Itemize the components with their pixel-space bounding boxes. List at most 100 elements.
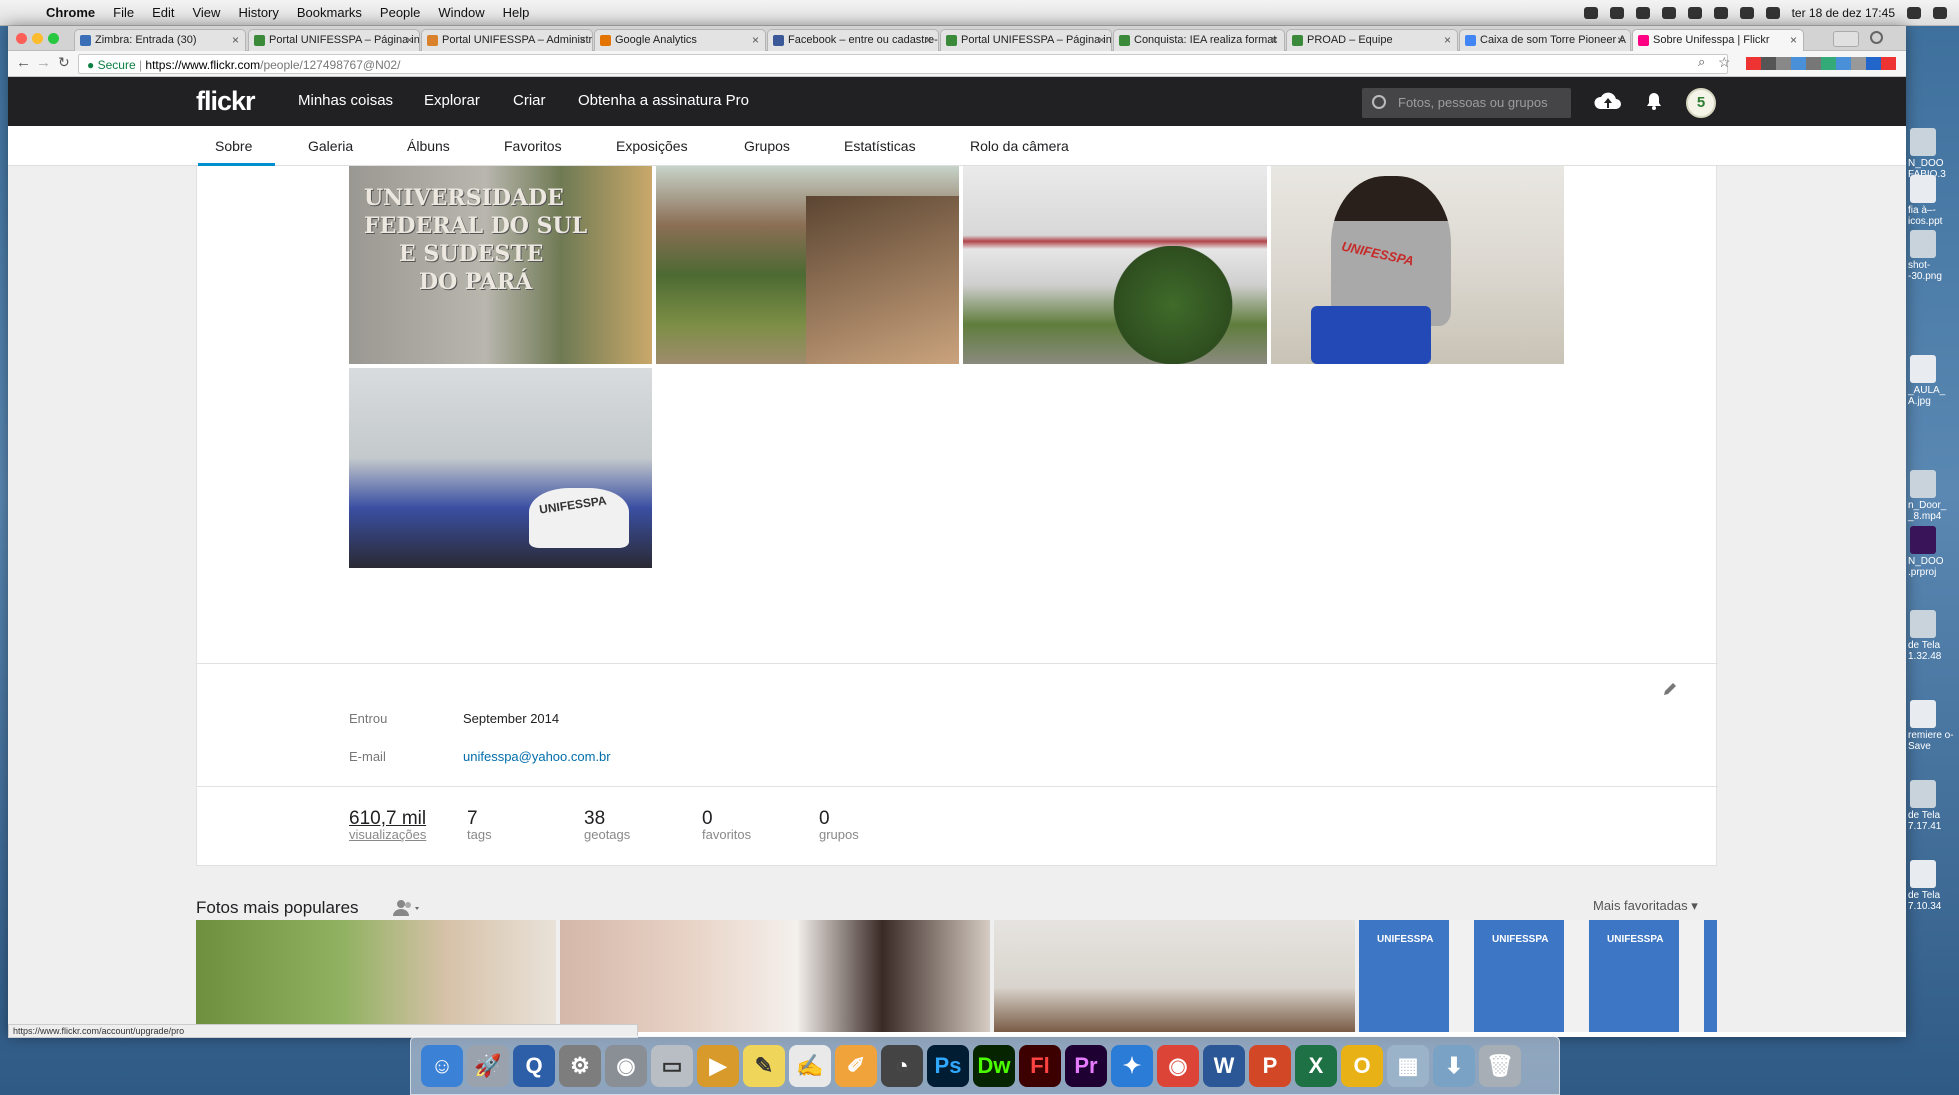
tab-close-icon[interactable]: × [1098, 33, 1105, 47]
forward-icon[interactable]: → [36, 54, 51, 71]
edit-pencil-icon[interactable] [1662, 681, 1678, 697]
popular-photo-3[interactable] [994, 920, 1355, 1032]
search-input[interactable]: Fotos, pessoas ou grupos [1362, 88, 1571, 118]
browser-tab[interactable]: Zimbra: Entrada (30) × [74, 29, 246, 51]
tab-estatisticas[interactable]: Estatísticas [844, 138, 916, 154]
new-tab-button[interactable] [1833, 31, 1859, 47]
tab-close-icon[interactable]: × [1790, 33, 1797, 47]
desktop-file-label[interactable]: fia à–- icos.ppt [1908, 205, 1958, 227]
extensions-icon[interactable] [1746, 57, 1896, 70]
dock-textedit-icon[interactable]: ✍ [789, 1045, 831, 1087]
tab-sobre[interactable]: Sobre [215, 138, 252, 154]
desktop-file-label[interactable]: de Tela 7.17.41 [1908, 810, 1958, 832]
desktop-file-label[interactable]: de Tela 1.32.48 [1908, 640, 1958, 662]
popular-photo-1[interactable] [196, 920, 556, 1032]
dock-trash-icon[interactable]: 🗑 [1479, 1045, 1521, 1087]
dock-stickies-icon[interactable]: ✎ [743, 1045, 785, 1087]
notification-center-icon[interactable] [1933, 7, 1947, 19]
dock-time-machine-icon[interactable]: ◔ [881, 1045, 923, 1087]
tab-close-icon[interactable]: × [406, 33, 413, 47]
minimize-window-icon[interactable] [32, 33, 43, 44]
dock-powerpoint-icon[interactable]: P [1249, 1045, 1291, 1087]
dock-excel-icon[interactable]: X [1295, 1045, 1337, 1087]
browser-tab[interactable]: Facebook – entre ou cadastre- × [767, 29, 939, 51]
zoom-window-icon[interactable] [48, 33, 59, 44]
dock-downloads-icon[interactable]: ⬇ [1433, 1045, 1475, 1087]
nav-assinatura-pro[interactable]: Obtenha a assinatura Pro [578, 92, 749, 109]
dock-word-icon[interactable]: W [1203, 1045, 1245, 1087]
menu-file[interactable]: File [113, 5, 134, 20]
browser-tab[interactable]: Google Analytics × [594, 29, 766, 51]
menu-bookmarks[interactable]: Bookmarks [297, 5, 362, 20]
desktop-file-icon[interactable] [1910, 860, 1936, 888]
dock-transmit-icon[interactable]: ▶ [697, 1045, 739, 1087]
browser-tab[interactable]: Conquista: IEA realiza format × [1113, 29, 1285, 51]
desktop-file-icon[interactable] [1910, 355, 1936, 383]
dock-safari-icon[interactable]: ✦ [1111, 1045, 1153, 1087]
tab-exposicoes[interactable]: Exposições [616, 138, 688, 154]
desktop-file-icon[interactable] [1910, 700, 1936, 728]
tab-close-icon[interactable]: × [925, 33, 932, 47]
volume-icon[interactable] [1765, 7, 1780, 19]
tab-close-icon[interactable]: × [1271, 33, 1278, 47]
url-input[interactable]: ● Secure | https://www.flickr.com/people… [78, 54, 1728, 74]
notifications-bell-icon[interactable] [1644, 91, 1664, 111]
bluetooth-icon[interactable] [1687, 7, 1702, 19]
desktop-file-icon[interactable] [1910, 610, 1936, 638]
reload-icon[interactable]: ↻ [58, 54, 70, 71]
tab-albuns[interactable]: Álbuns [407, 138, 450, 154]
photo-campus-corridor[interactable] [656, 166, 959, 364]
desktop-file-label[interactable]: remiere o-Save [1908, 730, 1958, 752]
close-window-icon[interactable] [16, 33, 27, 44]
time-machine-icon[interactable] [1661, 7, 1676, 19]
bookmark-star-icon[interactable]: ☆ [1718, 54, 1731, 71]
dock-disk-utility-icon[interactable]: ◉ [605, 1045, 647, 1087]
desktop-file-icon[interactable] [1910, 470, 1936, 498]
tab-close-icon[interactable]: × [232, 33, 239, 47]
battery-icon[interactable] [1739, 7, 1754, 19]
dock-chrome-icon[interactable]: ◉ [1157, 1045, 1199, 1087]
dock-outlook-icon[interactable]: O [1341, 1045, 1383, 1087]
wifi-icon[interactable] [1713, 7, 1728, 19]
desktop-file-icon[interactable] [1910, 128, 1936, 156]
photo-campus-building[interactable] [963, 166, 1267, 364]
desktop-file-label[interactable]: de Tela 7.10.34 [1908, 890, 1958, 912]
tab-close-icon[interactable]: × [579, 33, 586, 47]
desktop-file-label[interactable]: n_Door_ _8.mp4 [1908, 500, 1958, 522]
photo-student-writing[interactable]: UNIFESSPA [1271, 166, 1564, 364]
dock-quicktime-icon[interactable]: Q [513, 1045, 555, 1087]
menu-help[interactable]: Help [503, 5, 530, 20]
menubar-clock[interactable]: ter 18 de dez 17:45 [1792, 6, 1895, 20]
popular-photo-4[interactable]: UNIFESSPA UNIFESSPA UNIFESSPA [1359, 920, 1717, 1032]
dock-dreamweaver-icon[interactable]: Dw [973, 1045, 1015, 1087]
tab-favoritos[interactable]: Favoritos [504, 138, 562, 154]
popular-photo-2[interactable] [560, 920, 990, 1032]
flickr-logo[interactable]: flickr [196, 86, 256, 117]
desktop-file-label[interactable]: shot- -30.png [1908, 260, 1958, 282]
browser-tab[interactable]: Portal UNIFESSPA – Administr × [421, 29, 593, 51]
menu-history[interactable]: History [238, 5, 278, 20]
nav-explorar[interactable]: Explorar [424, 92, 480, 109]
tray-sync-icon[interactable] [1609, 7, 1624, 19]
tab-rolo-da-camera[interactable]: Rolo da câmera [970, 138, 1069, 154]
tray-app-icon[interactable] [1583, 7, 1598, 19]
zoom-icon[interactable]: ⌕ [1698, 54, 1705, 70]
tab-galeria[interactable]: Galeria [308, 138, 353, 154]
back-icon[interactable]: ← [16, 54, 31, 71]
photo-university-sign[interactable]: UNIVERSIDADE FEDERAL DO SUL E SUDESTE DO… [349, 166, 652, 364]
people-filter-icon[interactable] [393, 899, 423, 917]
upload-cloud-icon[interactable] [1594, 92, 1622, 110]
dock-pages-icon[interactable]: ✐ [835, 1045, 877, 1087]
email-link[interactable]: unifesspa@yahoo.com.br [463, 749, 611, 764]
menu-view[interactable]: View [192, 5, 220, 20]
desktop-file-icon[interactable] [1910, 526, 1936, 554]
desktop-file-label[interactable]: _AULA_ A.jpg [1908, 385, 1958, 407]
menu-people[interactable]: People [380, 5, 420, 20]
photo-classroom[interactable]: UNIFESSPA [349, 368, 652, 568]
popular-sort-dropdown[interactable]: Mais favoritadas ▾ [1593, 898, 1698, 914]
avatar[interactable]: 5 [1686, 88, 1716, 118]
menu-window[interactable]: Window [438, 5, 484, 20]
menu-app-name[interactable]: Chrome [46, 5, 95, 20]
dock-finder-icon[interactable]: ☺ [421, 1045, 463, 1087]
profile-icon[interactable] [1870, 31, 1883, 44]
